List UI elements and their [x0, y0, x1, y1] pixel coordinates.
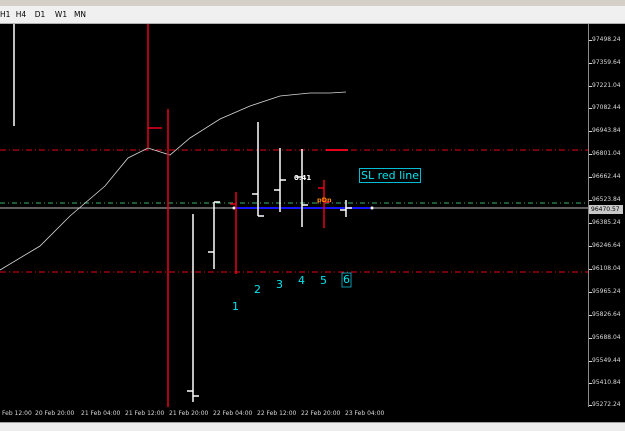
- count-label-1: 1: [232, 300, 239, 313]
- time-label: 22 Feb 20:00: [301, 410, 341, 417]
- price-label: 95965.24: [592, 288, 621, 295]
- time-label: 21 Feb 12:00: [125, 410, 165, 417]
- trendline-handle-right[interactable]: [370, 206, 374, 210]
- timeframe-mn-button[interactable]: MN: [72, 8, 88, 21]
- candles: [13, 24, 352, 402]
- time-scale[interactable]: Feb 12:00 20 Feb 20:00 21 Feb 04:00 21 F…: [0, 407, 625, 422]
- count-label-6: 6: [343, 273, 350, 286]
- time-label: 23 Feb 04:00: [345, 410, 385, 417]
- time-label: 20 Feb 20:00: [35, 410, 75, 417]
- price-label: 96108.04: [592, 265, 621, 272]
- count-label-3: 3: [276, 278, 283, 291]
- time-label: Feb 12:00: [2, 410, 32, 417]
- trendline-handle-left[interactable]: [232, 206, 236, 210]
- timeframe-w1-button[interactable]: W1: [54, 8, 68, 21]
- price-chart[interactable]: SL red line 0.41 pDn 1 2 3 4 5 6: [0, 24, 589, 407]
- price-scale[interactable]: 97498.24 97359.64 97221.04 97082.44 9694…: [589, 24, 625, 408]
- price-label: 96523.84: [592, 196, 621, 203]
- timeframe-toolbar: H1 H4 D1 W1 MN: [0, 6, 625, 24]
- sl-red-line-label[interactable]: SL red line: [359, 168, 421, 183]
- price-label: 96801.04: [592, 150, 621, 157]
- count-label-2: 2: [254, 283, 261, 296]
- price-label: 96246.64: [592, 242, 621, 249]
- price-label: 95549.44: [592, 357, 621, 364]
- time-label: 21 Feb 04:00: [81, 410, 121, 417]
- time-label: 21 Feb 20:00: [169, 410, 209, 417]
- price-label: 97082.44: [592, 104, 621, 111]
- price-label: 95410.84: [592, 379, 621, 386]
- price-label: 97221.04: [592, 82, 621, 89]
- timeframe-h4-button[interactable]: H4: [14, 8, 28, 21]
- count-label-5: 5: [320, 274, 327, 287]
- timeframe-d1-button[interactable]: D1: [33, 8, 47, 21]
- price-label: 95688.04: [592, 334, 621, 341]
- count-label-4: 4: [298, 274, 305, 287]
- price-label: 96943.84: [592, 127, 621, 134]
- timeframe-h1-button[interactable]: H1: [0, 8, 10, 21]
- price-label: 96662.44: [592, 173, 621, 180]
- pdn-label: pDn: [317, 196, 332, 204]
- time-label: 22 Feb 04:00: [213, 410, 253, 417]
- current-price-tag: 96470.57: [589, 205, 623, 214]
- price-label: 95826.64: [592, 311, 621, 318]
- price-label: 97359.64: [592, 59, 621, 66]
- time-label: 22 Feb 12:00: [257, 410, 297, 417]
- price-label: 97498.24: [592, 36, 621, 43]
- price-label: 96385.24: [592, 219, 621, 226]
- chart-drawing: [0, 24, 588, 407]
- value-label: 0.41: [294, 174, 312, 182]
